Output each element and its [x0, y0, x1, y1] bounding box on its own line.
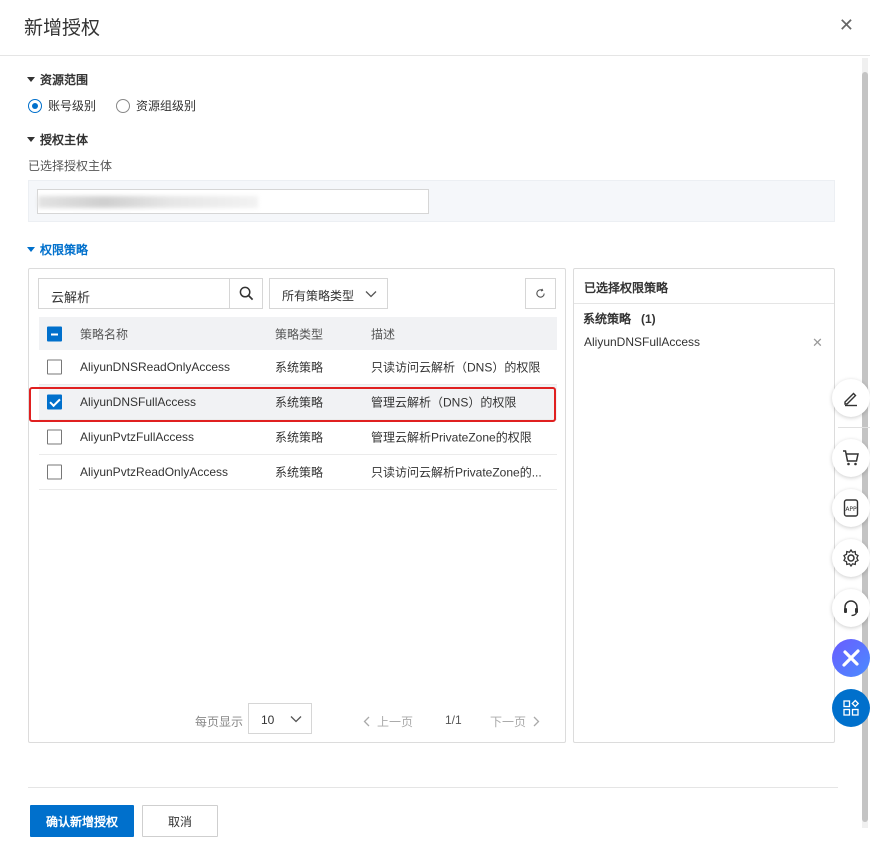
- policy-desc: 管理云解析（DNS）的权限: [371, 395, 517, 410]
- search-button[interactable]: [229, 279, 262, 308]
- dialog-title: 新增授权: [24, 18, 101, 39]
- policy-name: AliyunDNSReadOnlyAccess: [80, 360, 231, 374]
- pagination: 每页显示 10 上一页 1/1 下一页: [29, 703, 567, 735]
- radio-label: 账号级别: [48, 99, 97, 113]
- caret-down-icon: [27, 77, 35, 82]
- settings-float-button[interactable]: [832, 539, 870, 577]
- policy-name: AliyunPvtzFullAccess: [80, 430, 195, 444]
- pencil-icon: [844, 392, 857, 407]
- section-resource-scope[interactable]: 资源范围: [27, 71, 88, 88]
- row-checkbox[interactable]: [47, 394, 62, 410]
- policy-type: 系统策略: [275, 360, 324, 375]
- search-input[interactable]: 云解析: [51, 287, 90, 306]
- refresh-button[interactable]: [525, 278, 556, 309]
- section-title: 权限策略: [40, 243, 89, 257]
- select-all-checkbox[interactable]: [47, 326, 62, 341]
- dialog-header: 新增授权 ✕: [0, 0, 870, 56]
- ai-assistant-float-button[interactable]: [832, 639, 870, 677]
- svg-text:APP: APP: [845, 506, 857, 513]
- confirm-add-authorization-button[interactable]: 确认新增授权: [30, 805, 134, 837]
- caret-down-icon: [27, 247, 35, 252]
- radio-dot: [28, 98, 42, 113]
- radio-account-level[interactable]: 账号级别: [28, 97, 96, 114]
- policy-desc: 只读访问云解析（DNS）的权限: [371, 360, 541, 375]
- policy-table: 策略名称 策略类型 描述 AliyunDNSReadOnlyAccess 系统策…: [39, 317, 557, 490]
- page-indicator: 1/1: [445, 713, 462, 727]
- policy-search: 云解析: [38, 278, 263, 309]
- redacted-principal: [38, 196, 258, 208]
- divider: [838, 427, 870, 428]
- page-size-select[interactable]: 10: [248, 703, 312, 734]
- footer-divider: [28, 787, 838, 788]
- principal-label: 已选择授权主体: [28, 159, 113, 173]
- next-label: 下一页: [490, 715, 527, 729]
- app-icon: APP: [843, 499, 859, 517]
- radio-label: 资源组级别: [136, 99, 197, 113]
- select-value: 所有策略类型: [282, 289, 355, 303]
- sparkle-icon: [842, 649, 860, 667]
- policy-type: 系统策略: [275, 430, 324, 445]
- cart-icon: [843, 450, 859, 466]
- section-title: 授权主体: [40, 133, 89, 147]
- selected-policy-item: AliyunDNSFullAccess: [584, 335, 701, 349]
- policy-type: 系统策略: [275, 465, 324, 480]
- section-title: 资源范围: [40, 73, 89, 87]
- apps-float-button[interactable]: [832, 689, 870, 727]
- principal-input[interactable]: [37, 189, 429, 214]
- principal-box: [28, 180, 835, 222]
- refresh-icon: [536, 288, 545, 298]
- selected-group-title: 系统策略 (1): [583, 310, 656, 327]
- section-principal[interactable]: 授权主体: [27, 131, 88, 148]
- table-row[interactable]: AliyunPvtzFullAccess 系统策略 管理云解析PrivateZo…: [39, 420, 557, 455]
- table-row[interactable]: AliyunDNSFullAccess 系统策略 管理云解析（DNS）的权限: [39, 385, 557, 420]
- selected-policies-panel: 已选择权限策略 系统策略 (1) AliyunDNSFullAccess ✕: [573, 268, 835, 743]
- group-name: 系统策略: [583, 312, 632, 326]
- prev-page-button[interactable]: 上一页: [363, 713, 413, 730]
- column-header-type: 策略类型: [275, 327, 324, 341]
- table-row[interactable]: AliyunDNSReadOnlyAccess 系统策略 只读访问云解析（DNS…: [39, 350, 557, 385]
- support-float-button[interactable]: [832, 589, 870, 627]
- policy-name: AliyunDNSFullAccess: [80, 395, 197, 409]
- row-checkbox[interactable]: [47, 429, 62, 445]
- cart-float-button[interactable]: [832, 439, 870, 477]
- close-icon[interactable]: ✕: [839, 16, 854, 34]
- prev-label: 上一页: [377, 715, 414, 729]
- row-checkbox[interactable]: [47, 464, 62, 480]
- table-row[interactable]: AliyunPvtzReadOnlyAccess 系统策略 只读访问云解析Pri…: [39, 455, 557, 490]
- grid-icon: [843, 699, 860, 716]
- chevron-down-icon: [290, 716, 302, 723]
- column-header-name: 策略名称: [80, 327, 129, 341]
- caret-down-icon: [27, 137, 35, 142]
- chevron-left-icon: [363, 716, 370, 727]
- policy-list-panel: 云解析 所有策略类型 策略名称 策略类型 描述 AliyunDNSReadOnl…: [28, 268, 566, 743]
- radio-dot: [116, 98, 131, 113]
- app-float-button[interactable]: APP: [832, 489, 870, 527]
- radio-resource-group-level[interactable]: 资源组级别: [116, 97, 196, 114]
- page-size-value: 10: [261, 713, 275, 727]
- divider: [574, 303, 834, 304]
- column-header-desc: 描述: [371, 327, 396, 341]
- policy-desc: 只读访问云解析PrivateZone的...: [371, 465, 542, 480]
- remove-icon[interactable]: ✕: [812, 335, 823, 351]
- selected-panel-title: 已选择权限策略: [584, 281, 669, 295]
- row-checkbox[interactable]: [47, 359, 62, 375]
- policy-desc: 管理云解析PrivateZone的权限: [371, 430, 532, 445]
- next-page-button[interactable]: 下一页: [490, 713, 540, 730]
- policy-type: 系统策略: [275, 395, 324, 410]
- page-size-label: 每页显示: [195, 715, 244, 729]
- table-header: 策略名称 策略类型 描述: [39, 317, 557, 350]
- scope-radio-group: 账号级别 资源组级别: [28, 97, 196, 114]
- chevron-right-icon: [533, 716, 540, 727]
- section-policy[interactable]: 权限策略: [27, 241, 88, 258]
- cancel-button[interactable]: 取消: [142, 805, 218, 837]
- group-count: (1): [641, 312, 656, 326]
- gear-icon: [843, 548, 859, 568]
- policy-type-select[interactable]: 所有策略类型: [269, 278, 388, 309]
- policy-name: AliyunPvtzReadOnlyAccess: [80, 465, 229, 479]
- headset-icon: [844, 600, 858, 617]
- edit-float-button[interactable]: [832, 379, 870, 417]
- search-icon: [239, 286, 253, 301]
- chevron-down-icon: [365, 291, 377, 298]
